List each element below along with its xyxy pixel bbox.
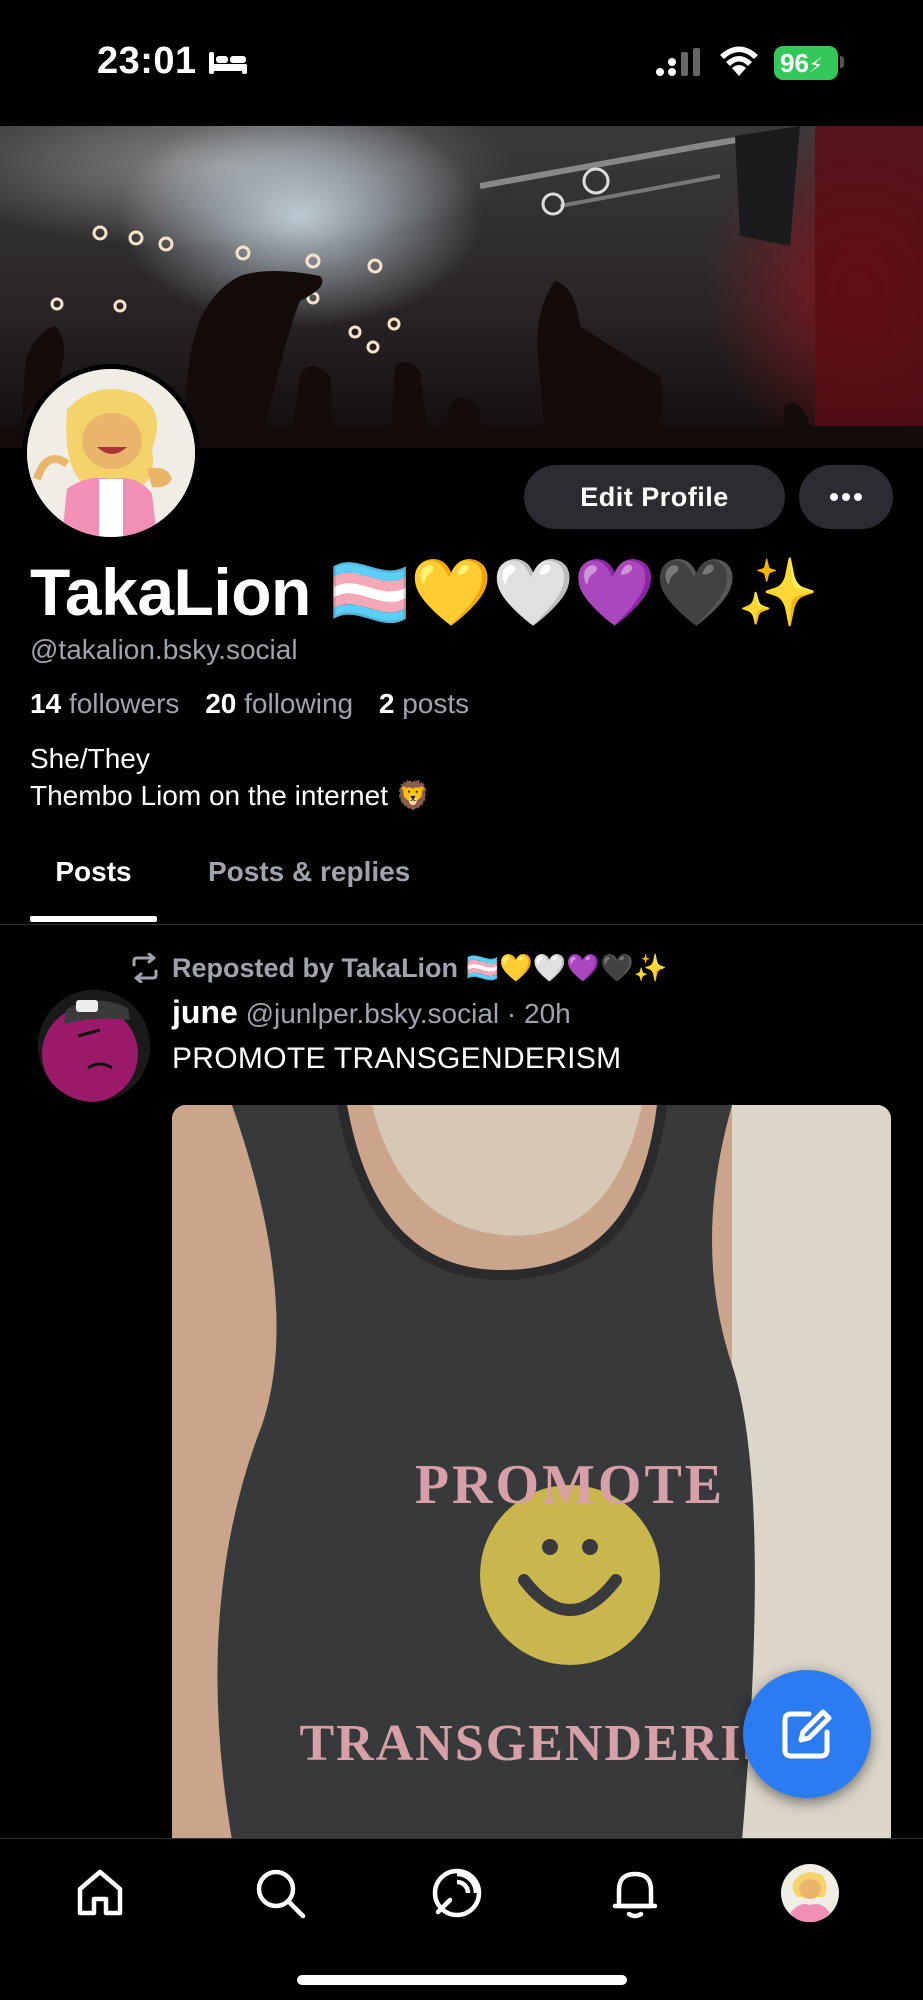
author-avatar-image — [38, 990, 150, 1102]
status-time: 23:01 — [97, 40, 197, 82]
posts-stat: 2 posts — [378, 688, 470, 719]
profile-tabs: Posts Posts & replies — [0, 850, 923, 925]
home-indicator[interactable] — [297, 1975, 627, 1985]
battery-indicator: 96⚡ — [774, 46, 838, 80]
nav-profile[interactable] — [780, 1863, 840, 1923]
post-timestamp: · 20h — [506, 998, 571, 1029]
lion-character-avatar — [27, 369, 195, 537]
ellipsis-icon — [830, 493, 862, 501]
bio-line: Thembo Liom on the internet 🦁 — [30, 780, 431, 811]
repost-attribution[interactable]: Reposted by TakaLion 🏳️‍⚧️💛🤍💜🖤✨ — [128, 952, 667, 984]
followers-stat[interactable]: 14 followers — [30, 688, 179, 719]
bottom-navigation — [0, 1838, 923, 2000]
nav-feeds[interactable] — [427, 1863, 487, 1923]
compose-icon — [782, 1709, 832, 1759]
post-text: PROMOTE TRANSGENDERISM — [172, 1042, 622, 1075]
cellular-signal-icon — [656, 48, 700, 76]
nav-home[interactable] — [70, 1863, 130, 1923]
profile-bio: She/They Thembo Liom on the internet 🦁 — [30, 740, 431, 814]
nav-notifications[interactable] — [605, 1863, 665, 1923]
compose-post-button[interactable] — [743, 1670, 871, 1798]
post-author-handle[interactable]: @junlper.bsky.social — [246, 998, 500, 1029]
notifications-icon — [612, 1871, 658, 1919]
active-tab-indicator — [30, 916, 157, 922]
profile-avatar-icon — [781, 1864, 839, 1923]
feeds-icon — [432, 1868, 482, 1918]
post-author-name[interactable]: june — [172, 994, 238, 1030]
more-options-button[interactable] — [799, 465, 893, 529]
status-bar: 23:01 96⚡ — [0, 0, 923, 126]
display-name: TakaLion 🏳️‍⚧️💛🤍💜🖤✨ — [30, 555, 819, 629]
following-stat[interactable]: 20 following — [205, 688, 353, 719]
shirt-text-top: PROMOTE — [415, 1454, 725, 1516]
post-header: june @junlper.bsky.social · 20h — [172, 994, 571, 1031]
tab-posts[interactable]: Posts — [30, 850, 157, 924]
profile-avatar[interactable] — [22, 364, 200, 542]
repost-label: Reposted by TakaLion 🏳️‍⚧️💛🤍💜🖤✨ — [172, 953, 668, 983]
tab-posts-and-replies[interactable]: Posts & replies — [208, 850, 410, 924]
bio-line: She/They — [30, 743, 150, 774]
sleep-focus-icon — [209, 52, 247, 74]
repost-icon — [132, 953, 158, 983]
profile-handle: @takalion.bsky.social — [30, 634, 298, 665]
battery-tip — [840, 56, 844, 68]
profile-stats: 14 followers 20 following 2 posts — [30, 688, 487, 720]
search-icon — [256, 1869, 306, 1919]
post-author-avatar[interactable] — [38, 990, 150, 1102]
wifi-icon — [720, 46, 758, 76]
home-icon — [77, 1869, 123, 1916]
edit-profile-button[interactable]: Edit Profile — [524, 465, 785, 529]
nav-search[interactable] — [250, 1863, 310, 1923]
